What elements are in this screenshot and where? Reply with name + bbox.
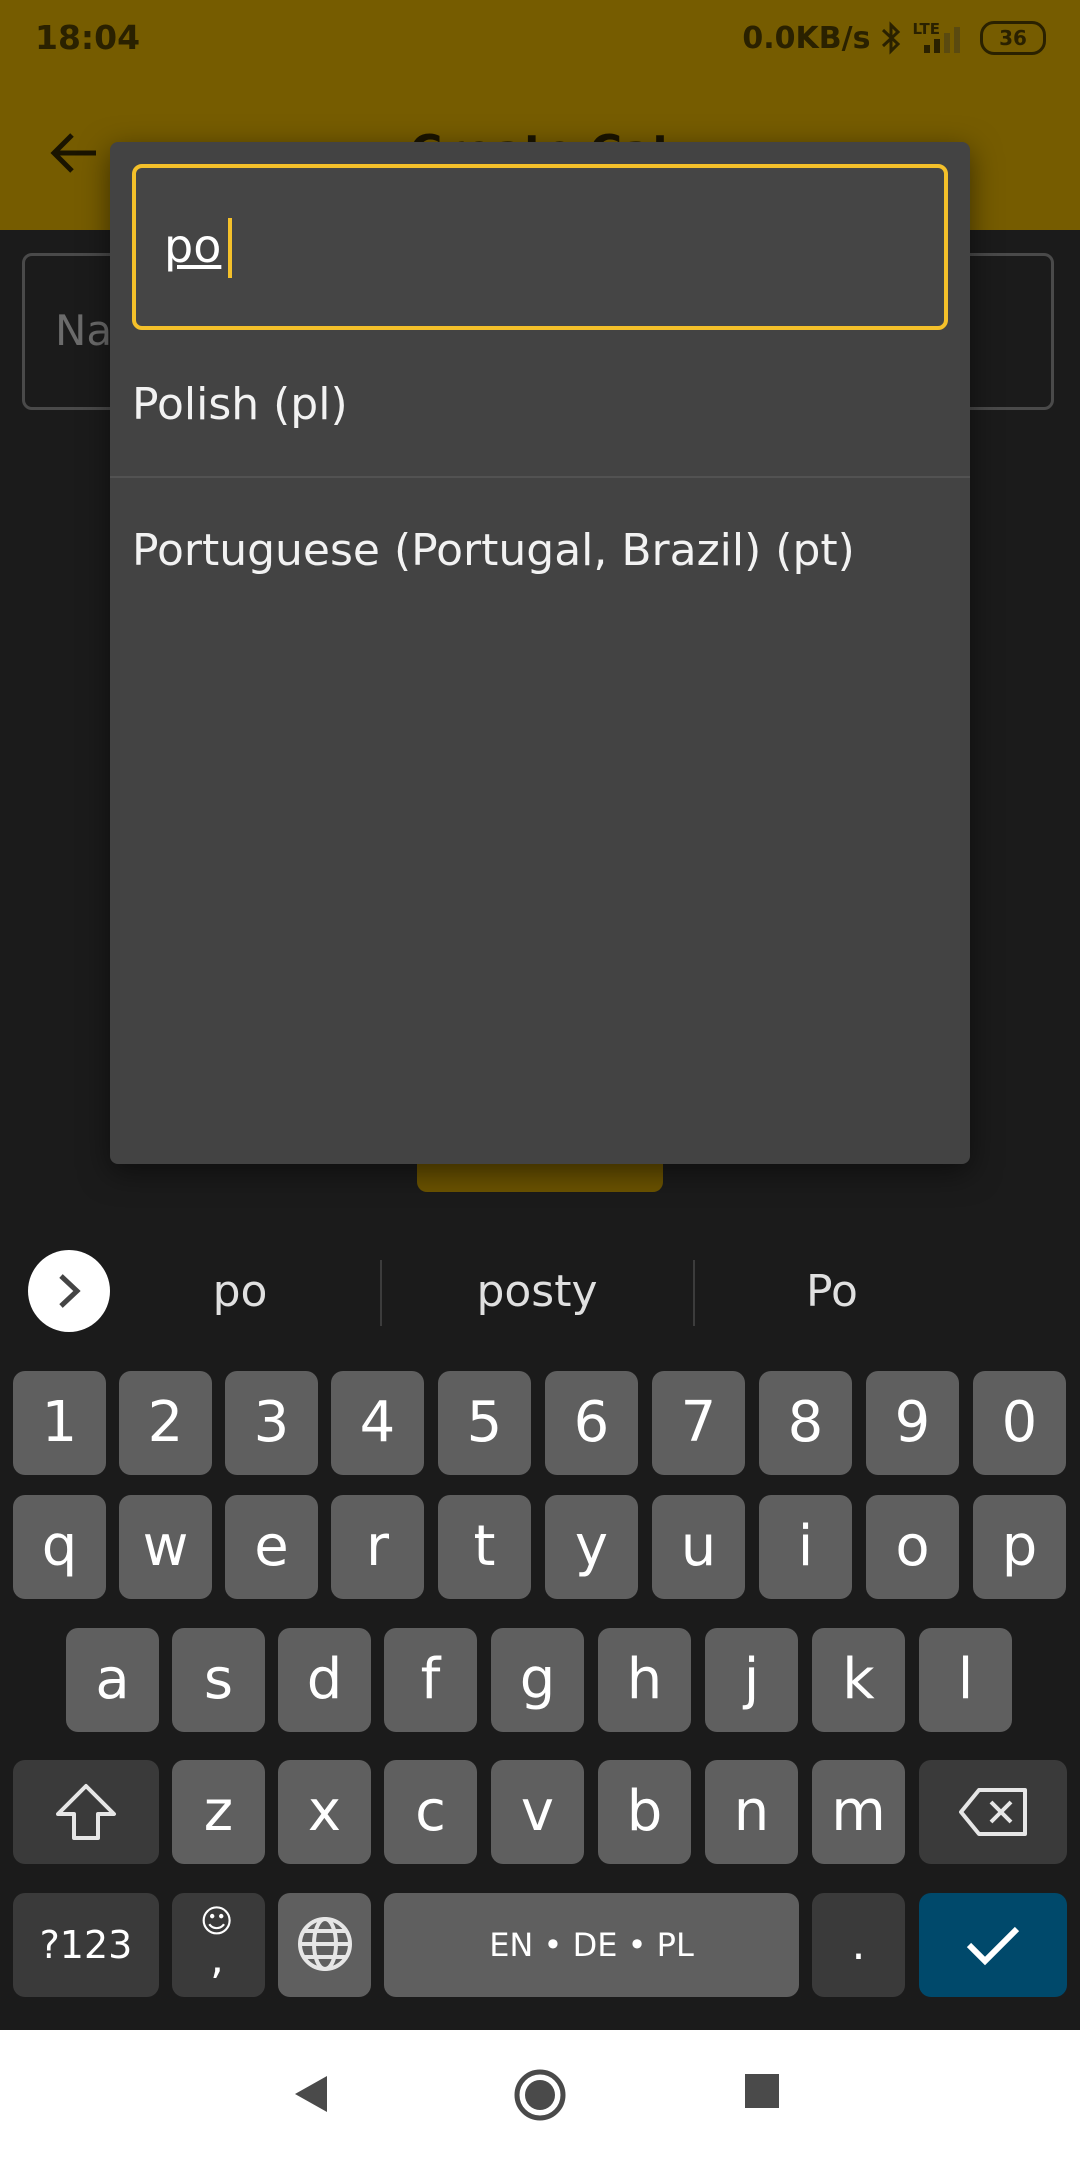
key-3[interactable]: 3 [225, 1371, 318, 1475]
status-time: 18:04 [35, 18, 141, 57]
key-u[interactable]: u [652, 1495, 745, 1599]
key-j[interactable]: j [705, 1628, 798, 1732]
key-y[interactable]: y [545, 1495, 638, 1599]
key-8[interactable]: 8 [759, 1371, 852, 1475]
key-k[interactable]: k [812, 1628, 905, 1732]
key-e[interactable]: e [225, 1495, 318, 1599]
text-caret [228, 218, 232, 278]
language-picker-dialog: Polish (pl) Portuguese (Portugal, Brazil… [110, 142, 970, 1164]
key-h[interactable]: h [598, 1628, 691, 1732]
nav-recents-icon[interactable] [745, 2074, 779, 2108]
key-d[interactable]: d [278, 1628, 371, 1732]
key-2[interactable]: 2 [119, 1371, 212, 1475]
check-icon [966, 1926, 1020, 1966]
language-option-portuguese[interactable]: Portuguese (Portugal, Brazil) (pt) [110, 478, 970, 624]
back-arrow-icon[interactable] [50, 131, 100, 175]
suggestion-2[interactable]: posty [407, 1266, 667, 1317]
key-f[interactable]: f [384, 1628, 477, 1732]
suggestion-strip: po posty Po [0, 1228, 1080, 1364]
key-r[interactable]: r [331, 1495, 424, 1599]
key-7[interactable]: 7 [652, 1371, 745, 1475]
key-c[interactable]: c [384, 1760, 477, 1864]
chevron-right-icon [59, 1274, 81, 1308]
period-key[interactable]: . [812, 1893, 905, 1997]
key-5[interactable]: 5 [438, 1371, 531, 1475]
key-a[interactable]: a [66, 1628, 159, 1732]
key-z[interactable]: z [172, 1760, 265, 1864]
key-w[interactable]: w [119, 1495, 212, 1599]
network-speed: 0.0KB/s [742, 20, 871, 56]
key-6[interactable]: 6 [545, 1371, 638, 1475]
nav-home-icon[interactable] [513, 2068, 567, 2122]
shift-key[interactable] [13, 1760, 159, 1864]
globe-icon [297, 1917, 352, 1971]
space-key[interactable]: EN • DE • PL [384, 1893, 799, 1997]
key-m[interactable]: m [812, 1760, 905, 1864]
done-key[interactable] [919, 1893, 1067, 1997]
key-4[interactable]: 4 [331, 1371, 424, 1475]
key-0[interactable]: 0 [973, 1371, 1066, 1475]
status-icons: 0.0KB/s LTE 36 [742, 18, 1046, 58]
nav-back-icon[interactable] [293, 2074, 329, 2114]
suggestion-3[interactable]: Po [702, 1266, 962, 1317]
signal-icon [924, 27, 960, 53]
expand-suggestions-button[interactable] [28, 1250, 110, 1332]
backspace-icon [959, 1788, 1027, 1836]
key-v[interactable]: v [491, 1760, 584, 1864]
suggestion-divider [380, 1260, 382, 1326]
key-g[interactable]: g [491, 1628, 584, 1732]
key-1[interactable]: 1 [13, 1371, 106, 1475]
key-p[interactable]: p [973, 1495, 1066, 1599]
language-search-box[interactable] [132, 164, 948, 330]
battery-indicator: 36 [980, 21, 1046, 55]
suggestion-divider [693, 1260, 695, 1326]
bluetooth-icon [882, 21, 901, 55]
key-b[interactable]: b [598, 1760, 691, 1864]
system-nav-bar [0, 2030, 1080, 2160]
suggestion-1[interactable]: po [110, 1266, 370, 1317]
key-l[interactable]: l [919, 1628, 1012, 1732]
key-i[interactable]: i [759, 1495, 852, 1599]
key-9[interactable]: 9 [866, 1371, 959, 1475]
comma-emoji-key[interactable]: ☺ , [172, 1893, 265, 1997]
key-q[interactable]: q [13, 1495, 106, 1599]
backspace-key[interactable] [919, 1760, 1067, 1864]
name-field-label: Na [55, 306, 113, 355]
key-n[interactable]: n [705, 1760, 798, 1864]
language-option-polish[interactable]: Polish (pl) [110, 332, 970, 478]
symbols-key[interactable]: ?123 [13, 1893, 159, 1997]
key-t[interactable]: t [438, 1495, 531, 1599]
key-s[interactable]: s [172, 1628, 265, 1732]
shift-icon [56, 1784, 116, 1840]
language-search-input[interactable] [164, 208, 864, 284]
key-o[interactable]: o [866, 1495, 959, 1599]
status-bar: 18:04 0.0KB/s LTE 36 [0, 0, 1080, 76]
language-key[interactable] [278, 1893, 371, 1997]
key-x[interactable]: x [278, 1760, 371, 1864]
comma-label: , [210, 1933, 224, 1984]
